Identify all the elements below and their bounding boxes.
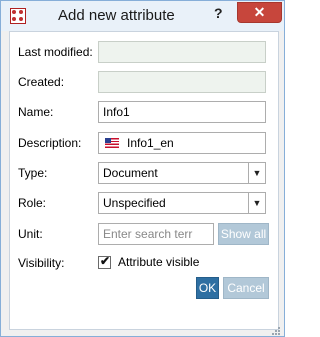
last-modified-field — [98, 41, 266, 63]
help-button[interactable]: ? — [214, 5, 223, 21]
description-label: Description: — [18, 136, 82, 150]
attribute-visible-label[interactable]: Attribute visible — [118, 255, 199, 269]
dialog-title: Add new attribute — [58, 7, 175, 24]
dialog-window: Add new attribute ? ✕ Last modified: Cre… — [0, 0, 285, 337]
last-modified-label: Last modified: — [18, 45, 93, 59]
app-icon — [10, 8, 26, 24]
attribute-visible-checkbox[interactable]: ✔ — [98, 254, 111, 269]
title-bar[interactable]: Add new attribute ? ✕ — [1, 1, 284, 31]
role-label: Role: — [18, 196, 47, 210]
role-value: Unspecified — [103, 196, 166, 210]
resize-grip-icon[interactable] — [271, 327, 281, 335]
show-all-button[interactable]: Show all — [218, 223, 269, 245]
unit-placeholder: Enter search terr — [103, 227, 193, 241]
checkmark-icon: ✔ — [100, 254, 111, 268]
created-field — [98, 71, 266, 93]
role-select[interactable]: Unspecified ▼ — [98, 192, 266, 214]
ok-button[interactable]: OK — [196, 277, 219, 299]
form-panel: Last modified: Created: Name: Info1 Desc… — [9, 31, 279, 330]
type-value: Document — [103, 166, 158, 180]
created-label: Created: — [18, 75, 65, 89]
cancel-button[interactable]: Cancel — [223, 277, 269, 299]
chevron-down-icon[interactable]: ▼ — [248, 193, 265, 213]
us-flag-icon — [105, 138, 119, 148]
name-input[interactable]: Info1 — [98, 101, 266, 123]
visibility-label: Visibility: — [18, 256, 65, 270]
chevron-down-icon[interactable]: ▼ — [248, 163, 265, 183]
type-label: Type: — [18, 166, 48, 180]
name-label: Name: — [18, 105, 54, 119]
type-select[interactable]: Document ▼ — [98, 162, 266, 184]
close-button[interactable]: ✕ — [237, 2, 282, 23]
description-value: Info1_en — [127, 136, 174, 150]
unit-label: Unit: — [18, 227, 43, 241]
unit-search-input[interactable]: Enter search terr — [98, 223, 214, 245]
description-input[interactable]: Info1_en — [98, 132, 266, 154]
